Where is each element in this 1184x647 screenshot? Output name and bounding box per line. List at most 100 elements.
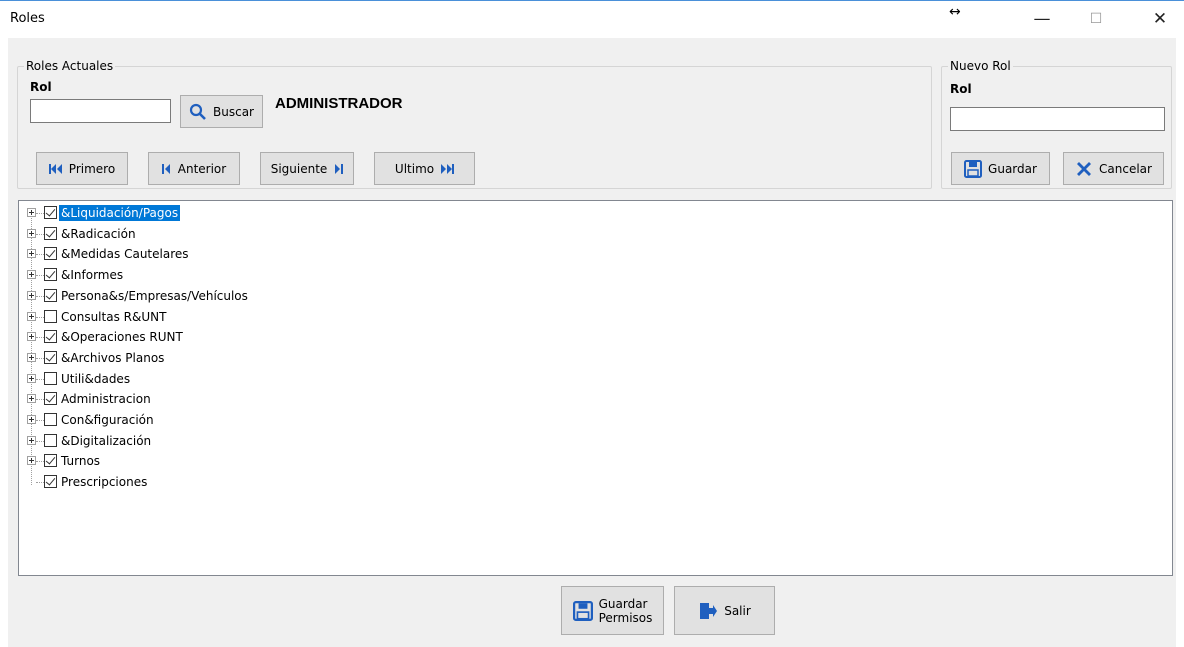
tree-connector <box>36 295 44 297</box>
tree-connector <box>36 337 44 339</box>
current-roles-legend: Roles Actuales <box>26 59 114 73</box>
tree-node-label[interactable]: &Liquidación/Pagos <box>59 205 181 221</box>
tree-node[interactable]: Turnos <box>19 451 419 471</box>
tree-node-checkbox[interactable] <box>44 288 57 302</box>
tree-node-checkbox[interactable] <box>44 371 57 385</box>
expand-plus-icon[interactable] <box>27 394 36 404</box>
minimize-button[interactable]: — <box>1022 7 1062 31</box>
last-button[interactable]: Ultimo <box>374 152 475 185</box>
tree-node-checkbox[interactable] <box>44 309 57 323</box>
close-button[interactable]: ✕ <box>1140 7 1180 31</box>
tree-node-checkbox[interactable] <box>44 206 57 219</box>
tree-node-label[interactable]: Con&figuración <box>59 412 156 428</box>
new-rol-label: Rol <box>950 82 972 96</box>
tree-connector <box>36 420 44 421</box>
maximize-button[interactable]: ☐ <box>1076 7 1116 31</box>
window-title: Roles <box>10 11 45 26</box>
tree-node[interactable]: Utili&dades <box>19 369 419 389</box>
expand-plus-icon[interactable] <box>27 208 36 217</box>
tree-connector <box>36 213 44 214</box>
tree-node-label[interactable]: Administracion <box>59 391 153 407</box>
tree-connector <box>36 254 44 256</box>
tree-node[interactable]: &Operaciones RUNT <box>19 327 419 347</box>
exit-door-icon <box>700 602 718 619</box>
tree-node[interactable]: &Medidas Cautelares <box>19 244 419 264</box>
expand-plus-icon[interactable] <box>27 270 36 280</box>
tree-node-checkbox[interactable] <box>44 350 57 364</box>
tree-connector <box>36 482 44 484</box>
tree-connector <box>36 440 44 442</box>
expand-plus-icon[interactable] <box>27 456 36 466</box>
next-record-icon <box>335 163 344 174</box>
tree-connector <box>36 357 44 359</box>
save-role-button[interactable]: Guardar <box>951 152 1050 185</box>
expand-plus-icon[interactable] <box>27 435 36 445</box>
tree-node[interactable]: &Digitalización <box>19 431 419 451</box>
tree-node[interactable]: &Informes <box>19 265 419 285</box>
tree-node-label[interactable]: Prescripciones <box>59 474 149 490</box>
tree-node-label[interactable]: Utili&dades <box>59 371 132 387</box>
save-disk-icon <box>964 159 983 178</box>
previous-button[interactable]: Anterior <box>148 152 240 185</box>
tree-node-checkbox[interactable] <box>44 247 57 261</box>
current-rol-input[interactable] <box>30 99 171 123</box>
tree-node[interactable]: Persona&s/Empresas/Vehículos <box>19 286 419 306</box>
tree-node[interactable]: &Liquidación/Pagos <box>19 203 419 223</box>
tree-connector <box>36 275 44 277</box>
save-disk-icon <box>572 600 593 621</box>
save-permissions-button[interactable]: Guardar Permisos <box>561 586 664 635</box>
search-icon <box>189 103 206 120</box>
tree-connector <box>36 378 44 380</box>
tree-node-label[interactable]: Turnos <box>59 453 102 469</box>
tree-node[interactable]: Prescripciones <box>19 472 419 492</box>
new-rol-input[interactable] <box>950 107 1165 131</box>
tree-node-checkbox[interactable] <box>44 475 57 489</box>
tree-connector <box>36 316 44 318</box>
tree-node-checkbox[interactable] <box>44 413 57 426</box>
tree-node-label[interactable]: Persona&s/Empresas/Vehículos <box>59 288 250 304</box>
cancel-button[interactable]: Cancelar <box>1063 152 1164 185</box>
current-rol-label: Rol <box>30 80 52 94</box>
exit-button[interactable]: Salir <box>674 586 775 635</box>
expand-plus-icon[interactable] <box>27 228 36 238</box>
permissions-tree[interactable]: &Liquidación/Pagos &Radicación &Medidas Ca… <box>18 200 1173 576</box>
expand-plus-icon[interactable] <box>27 332 36 342</box>
resize-arrows-icon: ↔ <box>949 4 961 20</box>
tree-node[interactable]: Administracion <box>19 389 419 409</box>
search-button-label: Buscar <box>213 104 254 119</box>
tree-node-label[interactable]: &Digitalización <box>59 433 153 449</box>
tree-node-label[interactable]: &Radicación <box>59 226 138 242</box>
tree-node-label[interactable]: &Medidas Cautelares <box>59 246 191 262</box>
cancel-x-icon <box>1077 161 1092 176</box>
next-button[interactable]: Siguiente <box>260 152 354 185</box>
expand-plus-icon[interactable] <box>27 290 36 300</box>
save-permissions-label: Guardar Permisos <box>599 597 653 625</box>
tree-node-label[interactable]: &Operaciones RUNT <box>59 329 185 345</box>
tree-node-checkbox[interactable] <box>44 330 57 344</box>
expand-plus-icon[interactable] <box>27 415 36 424</box>
previous-button-label: Anterior <box>177 161 227 176</box>
tree-node-label[interactable]: Consultas R&UNT <box>59 309 168 325</box>
expand-plus-icon[interactable] <box>27 352 36 362</box>
tree-node-checkbox[interactable] <box>44 268 57 282</box>
tree-node[interactable]: Consultas R&UNT <box>19 307 419 327</box>
tree-node-checkbox[interactable] <box>44 226 57 240</box>
save-role-label: Guardar <box>988 161 1037 176</box>
exit-button-label: Salir <box>724 603 751 618</box>
tree-node-label[interactable]: &Archivos Planos <box>59 350 166 366</box>
save-permissions-line1: Guardar <box>598 596 648 611</box>
new-role-legend: Nuevo Rol <box>950 59 1011 73</box>
expand-plus-icon[interactable] <box>27 249 36 259</box>
search-button[interactable]: Buscar <box>180 95 263 128</box>
tree-node-checkbox[interactable] <box>44 433 57 447</box>
expand-plus-icon[interactable] <box>27 311 36 321</box>
previous-record-icon <box>161 163 170 174</box>
tree-node[interactable]: &Archivos Planos <box>19 348 419 368</box>
tree-node-checkbox[interactable] <box>44 392 57 406</box>
tree-node-checkbox[interactable] <box>44 454 57 468</box>
tree-node-label[interactable]: &Informes <box>59 267 125 283</box>
tree-node[interactable]: Con&figuración <box>19 410 419 430</box>
first-button[interactable]: Primero <box>36 152 128 185</box>
expand-plus-icon[interactable] <box>27 373 36 383</box>
tree-node[interactable]: &Radicación <box>19 224 419 244</box>
